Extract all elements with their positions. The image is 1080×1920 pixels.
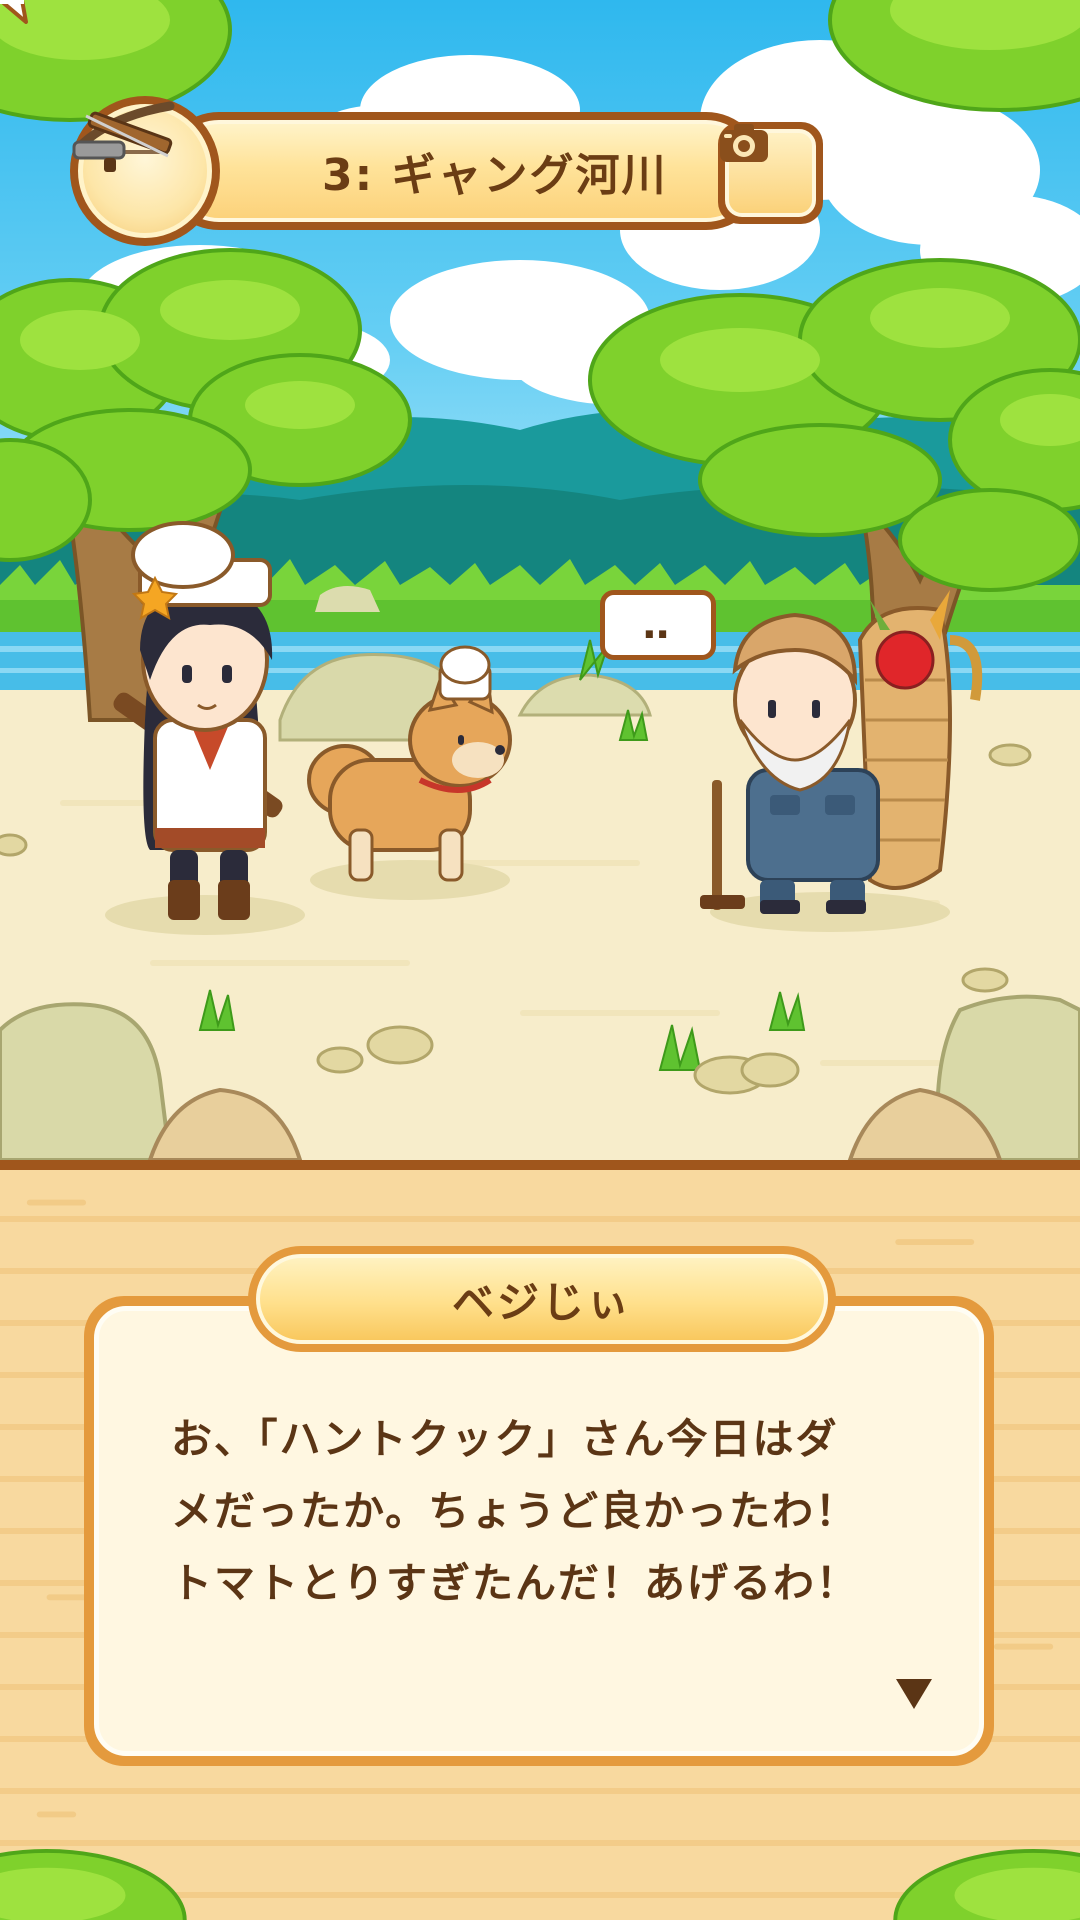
camera-button[interactable] xyxy=(718,122,823,224)
camera-icon xyxy=(720,124,768,162)
game-scene[interactable]: ‥ 3: ギャング河川 xyxy=(0,0,1080,1160)
stage-title: 3: ギャング河川 xyxy=(322,150,668,201)
dialog-text: お、「ハントクック」さん今日はダ メだったか。ちょうど良かったわ！ トマトとりす… xyxy=(171,1403,931,1619)
speaker-name-tab: ベジじぃ xyxy=(248,1246,836,1352)
dialog-box[interactable]: お、「ハントクック」さん今日はダ メだったか。ちょうど良かったわ！ トマトとりす… xyxy=(84,1296,994,1766)
dialog-line: お、「ハントクック」さん今日はダ xyxy=(171,1415,839,1463)
speech-bubble-tail xyxy=(0,0,28,24)
stage-banner[interactable]: 3: ギャング河川 xyxy=(70,96,765,246)
speech-bubble: ‥ xyxy=(600,590,716,660)
triangle-down-icon[interactable] xyxy=(894,1677,934,1711)
speaker-name: ベジじぃ xyxy=(451,1277,632,1327)
speech-bubble-text: ‥ xyxy=(642,602,674,648)
stage-icon-frame xyxy=(70,96,220,246)
dialog-line: メだったか。ちょうど良かったわ！ xyxy=(171,1487,859,1535)
stage-pill: 3: ギャング河川 xyxy=(160,112,765,230)
dialog-line: トマトとりすぎたんだ！あげるわ！ xyxy=(171,1559,859,1607)
crossbow-icon xyxy=(72,101,175,172)
